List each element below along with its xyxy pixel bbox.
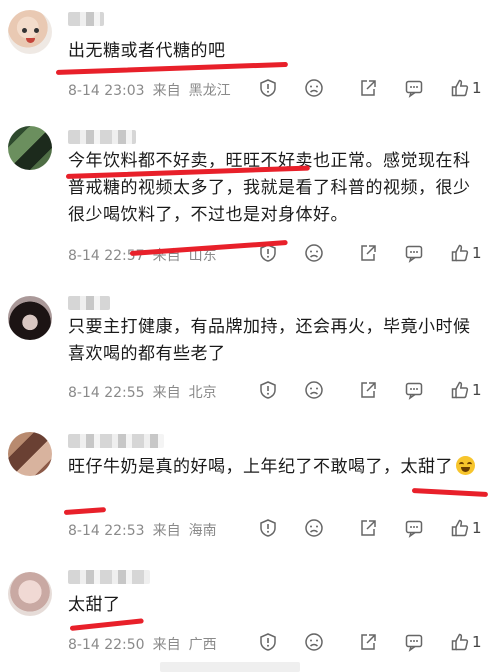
report-icon[interactable] — [258, 518, 278, 538]
comment-date: 8-14 22:50 — [68, 637, 145, 653]
comment-text: 旺仔牛奶是真的好喝，上年纪了不敢喝了，太甜了 — [68, 454, 482, 481]
comment-actions: 1 — [258, 632, 488, 654]
avatar[interactable] — [8, 432, 52, 476]
avatar[interactable] — [8, 10, 52, 54]
share-icon[interactable] — [358, 518, 378, 538]
comment-text: 今年饮料都不好卖，旺旺不好卖也正常。感觉现在科普戒糖的视频太多了，我就是看了科普… — [68, 151, 471, 225]
watermark — [160, 662, 300, 672]
comment-location: 广西 — [188, 637, 217, 653]
comment-meta: 8-14 22:50 来自 广西 — [68, 634, 225, 654]
share-icon[interactable] — [358, 632, 378, 652]
report-icon[interactable] — [258, 632, 278, 652]
username[interactable] — [68, 570, 150, 584]
dislike-icon[interactable] — [304, 78, 324, 98]
comment-date: 8-14 23:03 — [68, 83, 145, 99]
like-count: 1 — [472, 244, 482, 262]
username[interactable] — [68, 434, 164, 448]
dislike-icon[interactable] — [304, 243, 324, 263]
comment-location: 北京 — [188, 385, 217, 401]
highlight-underline — [69, 618, 144, 631]
like-count: 1 — [472, 633, 482, 651]
avatar[interactable] — [8, 572, 52, 616]
share-icon[interactable] — [358, 380, 378, 400]
highlight-underline — [63, 507, 107, 515]
like-count: 1 — [472, 519, 482, 537]
username[interactable] — [68, 296, 110, 310]
reply-icon[interactable] — [404, 518, 424, 538]
like-icon[interactable] — [450, 380, 470, 400]
avatar[interactable] — [8, 126, 52, 170]
comment-text: 出无糖或者代糖的吧 — [68, 41, 226, 61]
comment-meta: 8-14 22:55 来自 北京 — [68, 382, 225, 402]
like-icon[interactable] — [450, 632, 470, 652]
comment-location: 海南 — [188, 523, 217, 539]
comment-source: 来自 — [152, 83, 181, 99]
comment-actions: 1 — [258, 518, 488, 540]
username[interactable] — [68, 12, 104, 26]
report-icon[interactable] — [258, 380, 278, 400]
reply-icon[interactable] — [404, 78, 424, 98]
laughing-emoji-icon — [456, 456, 475, 475]
report-icon[interactable] — [258, 78, 278, 98]
comment-text: 太甜了 — [68, 595, 121, 615]
comment-source: 来自 — [152, 637, 181, 653]
comment-meta: 8-14 23:03 来自 黑龙江 — [68, 80, 239, 100]
comment-date: 8-14 22:53 — [68, 523, 145, 539]
highlight-underline — [411, 488, 489, 497]
reply-icon[interactable] — [404, 243, 424, 263]
like-count: 1 — [472, 79, 482, 97]
comment-location: 黑龙江 — [188, 83, 231, 99]
comment-text-body: 旺仔牛奶是真的好喝，上年纪了不敢喝了，太甜了 — [68, 457, 453, 477]
dislike-icon[interactable] — [304, 632, 324, 652]
comment-meta: 8-14 22:53 来自 海南 — [68, 520, 225, 540]
comment-actions: 1 — [258, 243, 488, 265]
dislike-icon[interactable] — [304, 518, 324, 538]
share-icon[interactable] — [358, 78, 378, 98]
like-icon[interactable] — [450, 243, 470, 263]
comment-source: 来自 — [152, 385, 181, 401]
comment-actions: 1 — [258, 78, 488, 100]
like-icon[interactable] — [450, 518, 470, 538]
like-icon[interactable] — [450, 78, 470, 98]
comment-source: 来自 — [152, 523, 181, 539]
like-count: 1 — [472, 381, 482, 399]
reply-icon[interactable] — [404, 380, 424, 400]
reply-icon[interactable] — [404, 632, 424, 652]
comment-actions: 1 — [258, 380, 488, 402]
avatar[interactable] — [8, 296, 52, 340]
dislike-icon[interactable] — [304, 380, 324, 400]
comment-date: 8-14 22:55 — [68, 385, 145, 401]
share-icon[interactable] — [358, 243, 378, 263]
comment-text: 只要主打健康，有品牌加持，还会再火，毕竟小时候喜欢喝的都有些老了 — [68, 317, 471, 364]
username[interactable] — [68, 130, 136, 144]
